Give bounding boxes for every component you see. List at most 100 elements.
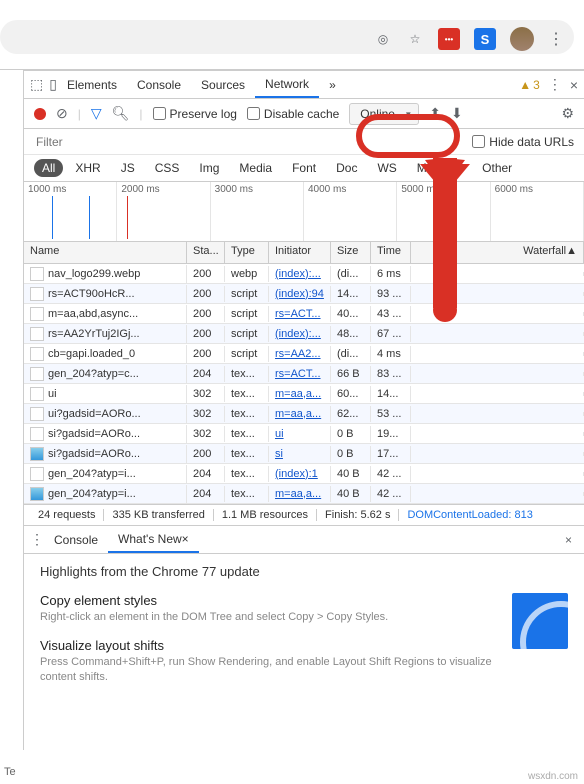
table-row[interactable]: gen_204?atyp=i...204tex...m=aa,a...40 B4… xyxy=(24,484,584,504)
filter-icon[interactable]: ▽ xyxy=(91,105,102,122)
table-row[interactable]: rs=ACT90oHcR...200script(index):9414...9… xyxy=(24,284,584,304)
filter-input[interactable] xyxy=(34,133,472,151)
device-icon[interactable]: ▯ xyxy=(49,76,57,93)
network-toolbar: ⊘ | ▽ 🔍︎ | Preserve log Disable cache On… xyxy=(24,99,584,129)
col-type[interactable]: Type xyxy=(225,242,269,263)
cell-initiator[interactable]: m=aa,a... xyxy=(269,386,331,402)
cell-initiator[interactable]: rs=AA2... xyxy=(269,346,331,362)
file-icon xyxy=(30,427,44,441)
table-row[interactable]: cb=gapi.loaded_0200scriptrs=AA2...(di...… xyxy=(24,344,584,364)
clear-icon[interactable]: ⊘ xyxy=(56,105,68,122)
chip-other[interactable]: Other xyxy=(474,159,520,177)
whatsnew-title: Highlights from the Chrome 77 update xyxy=(40,564,568,579)
cell-waterfall xyxy=(411,452,584,456)
table-row[interactable]: gen_204?atyp=i...204tex...(index):140 B4… xyxy=(24,464,584,484)
whatsnew-panel: Highlights from the Chrome 77 update Cop… xyxy=(24,554,584,708)
chip-xhr[interactable]: XHR xyxy=(67,159,108,177)
chip-ws[interactable]: WS xyxy=(369,159,404,177)
table-row[interactable]: gen_204?atyp=c...204tex...rs=ACT...66 B8… xyxy=(24,364,584,384)
disable-cache-checkbox[interactable]: Disable cache xyxy=(247,107,339,121)
chip-all[interactable]: All xyxy=(34,159,63,177)
cell-waterfall xyxy=(411,272,584,276)
cell-waterfall xyxy=(411,472,584,476)
hide-data-urls-checkbox[interactable]: Hide data URLs xyxy=(472,135,574,149)
chip-img[interactable]: Img xyxy=(191,159,227,177)
chip-manifest[interactable]: Manifest xyxy=(409,159,470,177)
cell-waterfall xyxy=(411,412,584,416)
file-icon xyxy=(30,307,44,321)
table-row[interactable]: m=aa,abd,async...200scriptrs=ACT...40...… xyxy=(24,304,584,324)
drawer-tab-whatsnew[interactable]: What's New × xyxy=(108,526,199,553)
cell-time: 43 ... xyxy=(371,306,411,322)
cell-initiator[interactable]: rs=ACT... xyxy=(269,366,331,382)
close-icon[interactable]: × xyxy=(570,77,578,93)
cell-initiator[interactable]: rs=ACT... xyxy=(269,306,331,322)
extension-lastpass-icon[interactable]: ••• xyxy=(438,28,460,50)
col-time[interactable]: Time xyxy=(371,242,411,263)
chip-css[interactable]: CSS xyxy=(147,159,188,177)
preserve-log-checkbox[interactable]: Preserve log xyxy=(153,107,237,121)
drawer-close-icon[interactable]: × xyxy=(559,533,578,547)
cell-initiator[interactable]: (index):... xyxy=(269,266,331,282)
chip-font[interactable]: Font xyxy=(284,159,324,177)
chip-js[interactable]: JS xyxy=(113,159,143,177)
timeline-slot: 1000 ms xyxy=(24,182,117,241)
search-icon[interactable]: 🔍︎ xyxy=(112,105,130,122)
table-row[interactable]: si?gadsid=AORo...200tex...si0 B17... xyxy=(24,444,584,464)
star-icon[interactable]: ☆ xyxy=(406,30,424,48)
tab-more[interactable]: » xyxy=(319,71,346,98)
warnings-badge[interactable]: ▲ 3 xyxy=(519,78,540,92)
status-finish: Finish: 5.62 s xyxy=(317,509,399,521)
cell-initiator[interactable]: m=aa,a... xyxy=(269,486,331,502)
menu-icon[interactable]: ⋮ xyxy=(548,29,564,49)
cell-initiator[interactable]: (index):94 xyxy=(269,286,331,302)
col-status[interactable]: Sta... xyxy=(187,242,225,263)
cell-status: 204 xyxy=(187,486,225,502)
inspect-icon[interactable]: ⬚ xyxy=(30,76,43,93)
table-row[interactable]: ui?gadsid=AORo...302tex...m=aa,a...62...… xyxy=(24,404,584,424)
tab-sources[interactable]: Sources xyxy=(191,71,255,98)
cell-name: ui?gadsid=AORo... xyxy=(24,405,187,423)
download-icon[interactable]: ⬇ xyxy=(451,105,463,122)
chip-doc[interactable]: Doc xyxy=(328,159,365,177)
col-size[interactable]: Size xyxy=(331,242,371,263)
table-row[interactable]: ui302tex...m=aa,a...60...14... xyxy=(24,384,584,404)
cell-time: 93 ... xyxy=(371,286,411,302)
cell-initiator[interactable]: m=aa,a... xyxy=(269,406,331,422)
upload-icon[interactable]: ⬆ xyxy=(429,105,441,122)
cell-time: 42 ... xyxy=(371,486,411,502)
cell-initiator[interactable]: si xyxy=(269,446,331,462)
cell-status: 200 xyxy=(187,266,225,282)
drawer-tab-console[interactable]: Console xyxy=(44,526,108,553)
extension-skype-icon[interactable]: S xyxy=(474,28,496,50)
cell-type: tex... xyxy=(225,366,269,382)
table-row[interactable]: rs=AA2YrTuj2IGj...200script(index):...48… xyxy=(24,324,584,344)
record-button[interactable] xyxy=(34,108,46,120)
col-waterfall[interactable]: Waterfall ▲ xyxy=(411,242,584,263)
tab-console[interactable]: Console xyxy=(127,71,191,98)
cell-type: script xyxy=(225,286,269,302)
col-name[interactable]: Name xyxy=(24,242,187,263)
timeline-slot: 5000 ms xyxy=(397,182,490,241)
table-row[interactable]: nav_logo299.webp200webp(index):...(di...… xyxy=(24,264,584,284)
cell-time: 42 ... xyxy=(371,466,411,482)
kebab-icon[interactable]: ⋮ xyxy=(548,76,562,93)
cell-status: 200 xyxy=(187,306,225,322)
drawer-menu-icon[interactable]: ⋮ xyxy=(30,531,44,548)
gear-icon[interactable]: ⚙ xyxy=(561,105,574,122)
chip-media[interactable]: Media xyxy=(231,159,280,177)
table-row[interactable]: si?gadsid=AORo...302tex...ui0 B19... xyxy=(24,424,584,444)
timeline-overview[interactable]: 1000 ms2000 ms3000 ms4000 ms5000 ms6000 … xyxy=(24,182,584,242)
cell-initiator[interactable]: ui xyxy=(269,426,331,442)
cell-initiator[interactable]: (index):1 xyxy=(269,466,331,482)
target-icon[interactable]: ◎ xyxy=(374,30,392,48)
timeline-slot: 3000 ms xyxy=(211,182,304,241)
cell-name: gen_204?atyp=i... xyxy=(24,485,187,503)
tab-network[interactable]: Network xyxy=(255,71,319,98)
throttling-select[interactable]: Online xyxy=(349,103,419,125)
col-initiator[interactable]: Initiator xyxy=(269,242,331,263)
tab-elements[interactable]: Elements xyxy=(57,71,127,98)
cell-initiator[interactable]: (index):... xyxy=(269,326,331,342)
avatar[interactable] xyxy=(510,27,534,51)
cell-status: 200 xyxy=(187,346,225,362)
